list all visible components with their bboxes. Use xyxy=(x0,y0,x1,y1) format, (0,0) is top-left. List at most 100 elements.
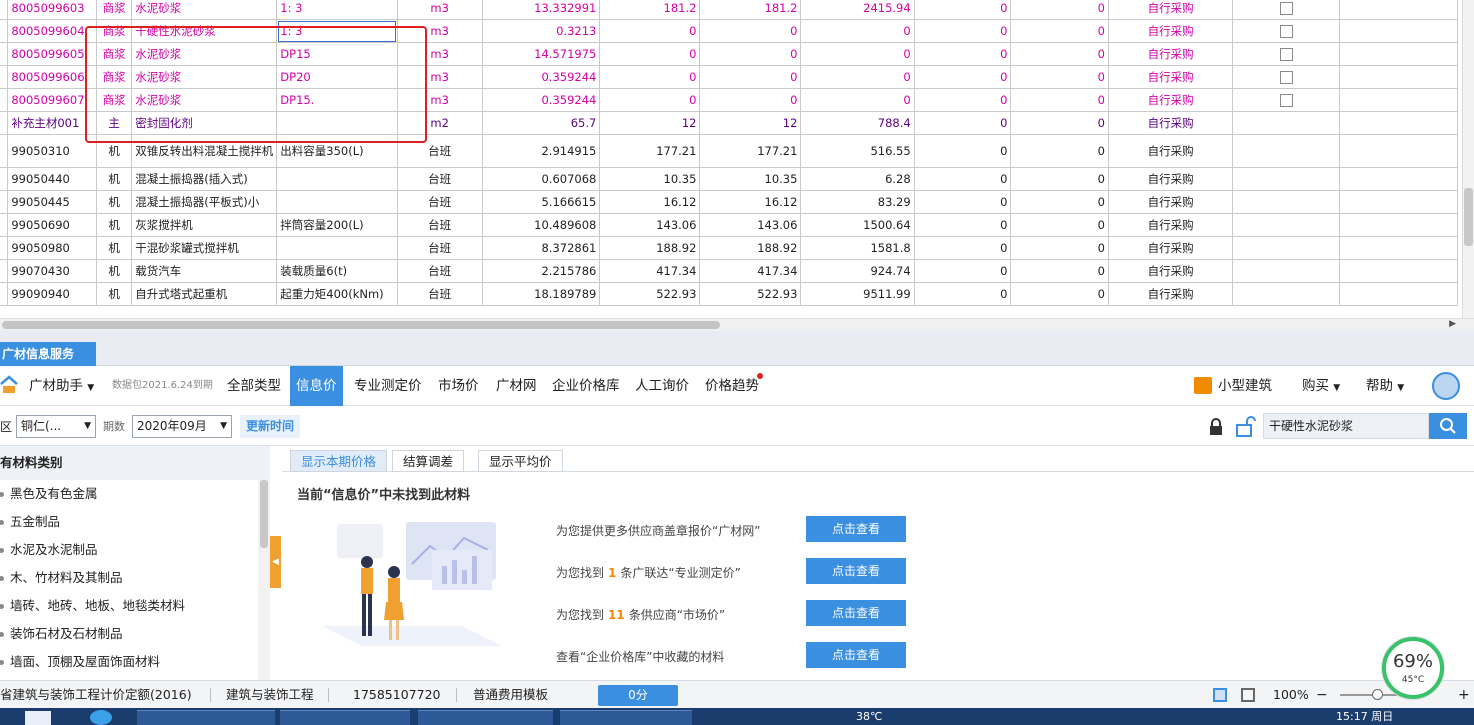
cell-unit[interactable]: m3 xyxy=(396,19,483,43)
collapse-panel-icon[interactable]: ◀ xyxy=(270,536,281,588)
table-row[interactable]: 99090940 机自升式塔式起重机 起重力矩400(kNm) 台班 18.189789… xyxy=(0,282,1458,306)
cell-spec[interactable]: 1: 3 xyxy=(276,19,398,43)
cell-amount[interactable]: 83.29 xyxy=(800,190,915,214)
cell-name[interactable]: 水泥砂浆 xyxy=(131,0,278,20)
taskbar-window[interactable] xyxy=(280,710,410,725)
cell-type[interactable]: 商浆 xyxy=(96,19,133,43)
cell-spec[interactable]: DP15. xyxy=(276,88,398,112)
cell-unit[interactable]: m3 xyxy=(396,42,483,66)
table-row[interactable]: 99050440 机混凝土振捣器(插入式) 台班 0.607068 10.35 10.35… xyxy=(0,167,1458,191)
cell-unit[interactable]: 台班 xyxy=(396,282,483,306)
cell-source[interactable]: 自行采购 xyxy=(1107,65,1234,89)
cell-amount[interactable]: 516.55 xyxy=(800,134,915,168)
cell-z1[interactable]: 0 xyxy=(913,190,1012,214)
cell-spec[interactable]: 装载质量6(t) xyxy=(276,259,398,283)
cell-type[interactable]: 商浆 xyxy=(96,65,133,89)
cell-z2[interactable]: 0 xyxy=(1010,213,1109,237)
cell-code[interactable]: 99070430 xyxy=(7,259,98,283)
cell-name[interactable]: 自升式塔式起重机 xyxy=(131,282,278,306)
cell-z1[interactable]: 0 xyxy=(913,0,1012,20)
cell-spec[interactable]: DP20 xyxy=(276,65,398,89)
tab-professional-price[interactable]: 专业测定价 xyxy=(348,366,428,406)
cell-code[interactable]: 补充主材001 xyxy=(7,111,98,135)
cell-type[interactable]: 机 xyxy=(96,190,133,214)
cell-code[interactable]: 8005099606 xyxy=(7,65,98,89)
table-row[interactable]: 8005099604 商浆 干硬性水泥砂浆 1: 3 m3 0.3213 0 0 0 0 0 自行采购 xyxy=(0,19,1458,43)
cell-qty[interactable]: 14.571975 xyxy=(481,42,601,66)
cell-source[interactable]: 自行采购 xyxy=(1107,282,1234,306)
cell-qty[interactable]: 2.215786 xyxy=(481,259,601,283)
cell-amount[interactable]: 6.28 xyxy=(800,167,915,191)
ie-icon[interactable] xyxy=(90,710,112,725)
cell-p2[interactable]: 0 xyxy=(699,65,802,89)
region-select[interactable]: 铜仁(... ▼ xyxy=(16,415,96,438)
cell-z2[interactable]: 0 xyxy=(1010,65,1109,89)
cell-amount[interactable]: 788.4 xyxy=(800,111,915,135)
cell-p2[interactable]: 522.93 xyxy=(699,282,802,306)
cell-source[interactable]: 自行采购 xyxy=(1107,190,1234,214)
cell-code[interactable]: 8005099607 xyxy=(7,88,98,112)
cell-qty[interactable]: 0.3213 xyxy=(481,19,601,43)
view-enterprise-button[interactable]: 点击查看 xyxy=(806,642,906,668)
scroll-thumb[interactable] xyxy=(260,480,268,548)
cell-amount[interactable]: 924.74 xyxy=(800,259,915,283)
period-select[interactable]: 2020年09月 ▼ xyxy=(132,415,232,438)
cell-amount[interactable]: 9511.99 xyxy=(800,282,915,306)
scroll-right-icon[interactable]: ▶ xyxy=(1449,319,1456,329)
cell-z2[interactable]: 0 xyxy=(1010,0,1109,20)
cell-source[interactable]: 自行采购 xyxy=(1107,42,1234,66)
table-row[interactable]: 99050445 机混凝土振捣器(平板式)小 台班 5.166615 16.12 16.1… xyxy=(0,190,1458,214)
cell-name[interactable]: 载货汽车 xyxy=(131,259,278,283)
cell-z1[interactable]: 0 xyxy=(913,213,1012,237)
cell-unit[interactable]: m2 xyxy=(396,111,483,135)
brand-menu[interactable]: 广材助手 ▼ xyxy=(23,366,100,406)
material-grid[interactable]: 8005099603 商浆 水泥砂浆 1: 3 m3 13.332991 181.2 181.… xyxy=(0,0,1462,318)
tab-market-price[interactable]: 市场价 xyxy=(432,366,485,406)
score-button[interactable]: 0分 xyxy=(598,685,678,706)
table-row[interactable]: 99050310 机双锥反转出料混凝土搅拌机 出料容量350(L) 台班 2.91491… xyxy=(0,134,1458,168)
cell-spec[interactable] xyxy=(276,190,398,214)
taskbar-window[interactable] xyxy=(137,710,275,725)
cell-amount[interactable]: 1500.64 xyxy=(800,213,915,237)
cell-p2[interactable]: 417.34 xyxy=(699,259,802,283)
tab-manual-inquiry[interactable]: 人工询价 xyxy=(629,366,695,406)
cell-spec[interactable]: 起重力矩400(kNm) xyxy=(276,282,398,306)
cell-amount[interactable]: 2415.94 xyxy=(800,0,915,20)
cell-qty[interactable]: 2.914915 xyxy=(481,134,601,168)
cell-qty[interactable]: 18.189789 xyxy=(481,282,601,306)
category-item[interactable]: 装饰石材及石材制品 xyxy=(0,620,258,648)
cell-source[interactable]: 自行采购 xyxy=(1107,213,1234,237)
user-avatar[interactable] xyxy=(1432,372,1460,400)
table-row[interactable]: 8005099607 商浆 水泥砂浆 DP15. m3 0.359244 0 0 0 0 0 自行采购 xyxy=(0,88,1458,112)
scroll-thumb[interactable] xyxy=(2,321,720,329)
cell-source[interactable]: 自行采购 xyxy=(1107,134,1234,168)
cell-type[interactable]: 机 xyxy=(96,259,133,283)
cell-amount[interactable]: 0 xyxy=(800,42,915,66)
small-building-link[interactable]: 小型建筑 xyxy=(1212,366,1278,406)
cell-spec[interactable] xyxy=(276,236,398,260)
view-market-button[interactable]: 点击查看 xyxy=(806,600,906,626)
cell-p2[interactable]: 10.35 xyxy=(699,167,802,191)
cell-z1[interactable]: 0 xyxy=(913,236,1012,260)
tab-info-price[interactable]: 信息价 xyxy=(290,366,343,406)
cell-name[interactable]: 混凝土振捣器(平板式)小 xyxy=(131,190,278,214)
cell-p2[interactable]: 12 xyxy=(699,111,802,135)
cell-code[interactable]: 99050980 xyxy=(7,236,98,260)
cell-unit[interactable]: 台班 xyxy=(396,190,483,214)
system-monitor-gauge[interactable]: 69% 45°C xyxy=(1382,637,1444,699)
cell-unit[interactable]: m3 xyxy=(396,88,483,112)
material-search-input[interactable]: 干硬性水泥砂浆 xyxy=(1263,413,1429,439)
cell-p1[interactable]: 0 xyxy=(599,65,701,89)
cell-spec[interactable]: 出料容量350(L) xyxy=(276,134,398,168)
tab-gcw[interactable]: 广材网 xyxy=(490,366,543,406)
cell-z1[interactable]: 0 xyxy=(913,19,1012,43)
cell-qty[interactable]: 0.359244 xyxy=(481,65,601,89)
cell-name[interactable]: 灰浆搅拌机 xyxy=(131,213,278,237)
cell-amount[interactable]: 0 xyxy=(800,19,915,43)
tab-price-trend[interactable]: 价格趋势 xyxy=(699,366,765,406)
cell-p1[interactable]: 177.21 xyxy=(599,134,701,168)
cell-unit[interactable]: 台班 xyxy=(396,236,483,260)
category-item[interactable]: 水泥及水泥制品 xyxy=(0,536,258,564)
tab-all-types[interactable]: 全部类型 xyxy=(221,366,287,406)
cell-p1[interactable]: 16.12 xyxy=(599,190,701,214)
